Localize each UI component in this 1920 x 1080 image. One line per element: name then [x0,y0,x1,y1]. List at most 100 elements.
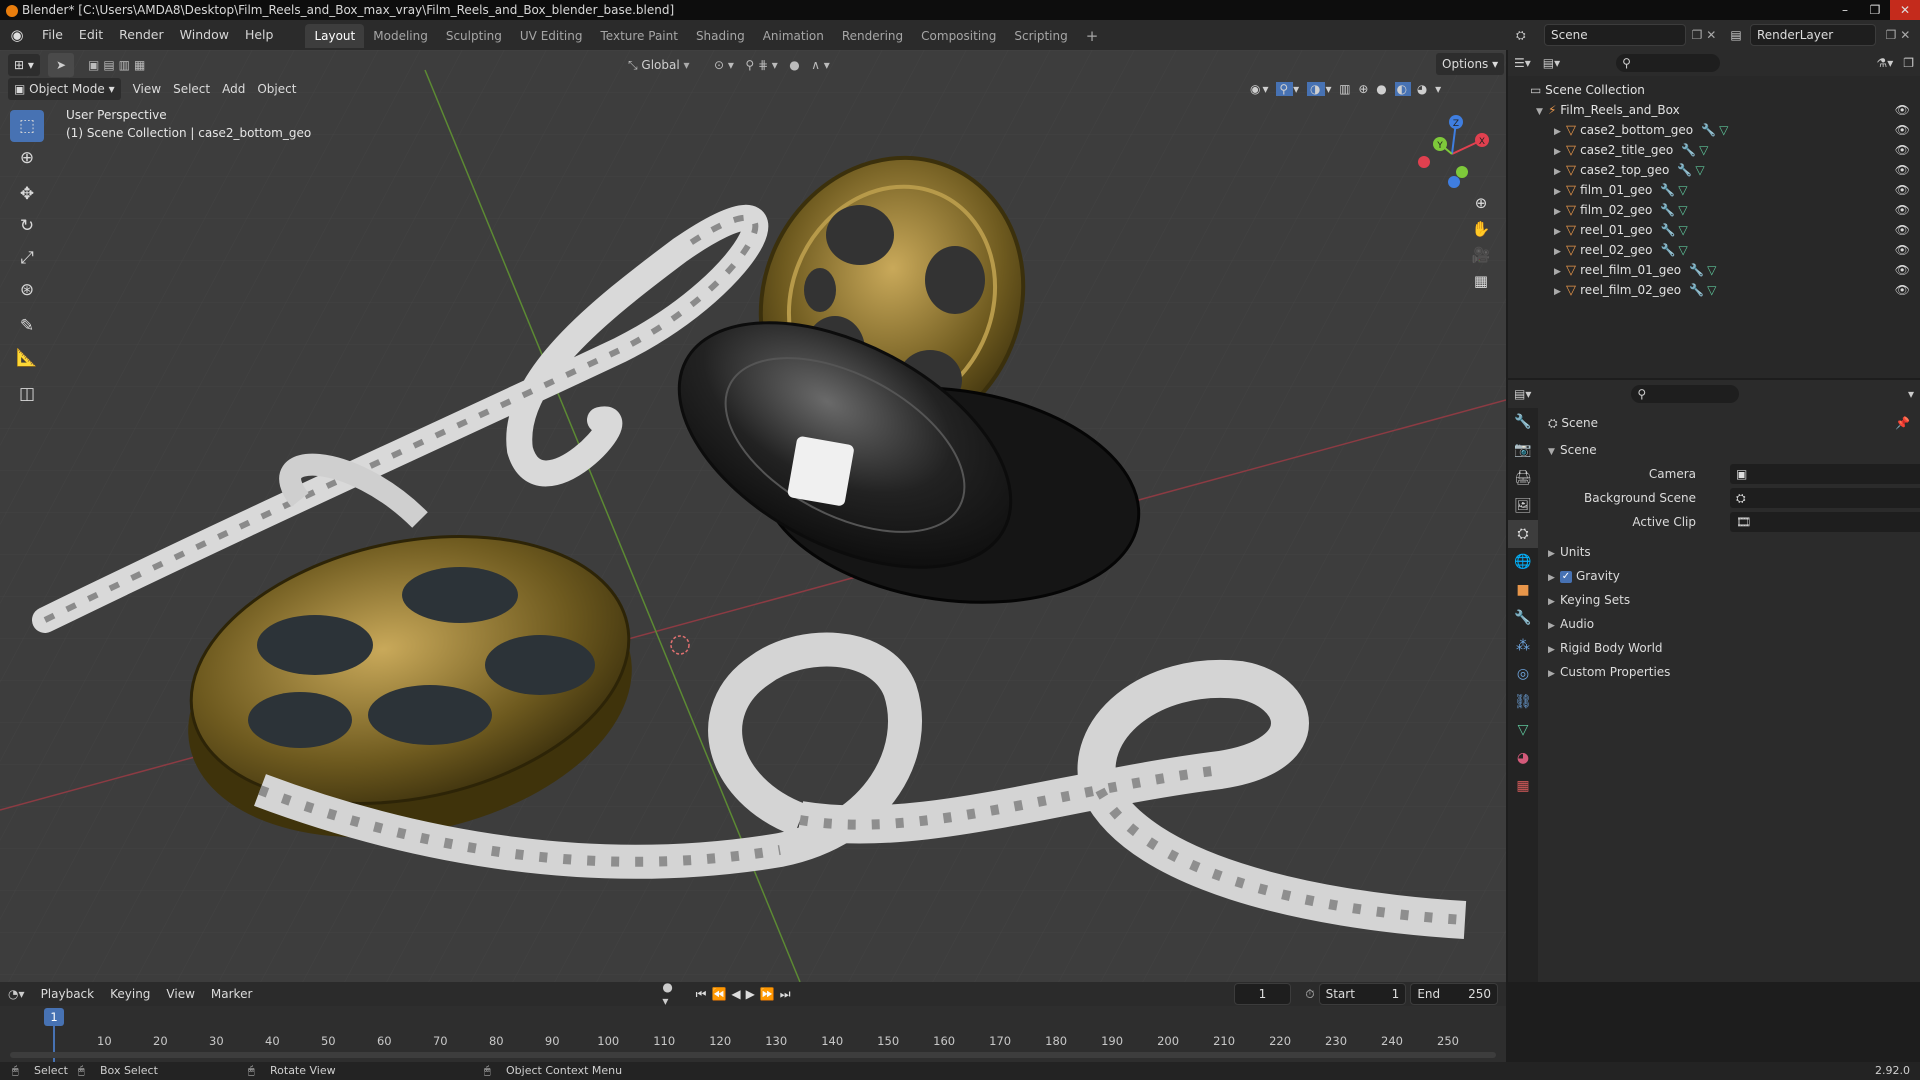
new-collection-icon[interactable]: ❐ [1903,56,1914,70]
maximize-button[interactable]: ❐ [1860,0,1890,20]
panel-audio[interactable]: ▶ Audio [1538,612,1920,636]
material-tab-icon[interactable]: ◕ [1508,744,1538,772]
start-frame-field[interactable]: Start 1 [1318,983,1407,1005]
render-tab-icon[interactable]: 📷 [1508,436,1538,464]
gravity-checkbox[interactable]: ✓ [1560,570,1572,583]
eye-icon[interactable]: 👁 [1895,280,1910,300]
menu-edit[interactable]: Edit [71,20,111,50]
outliner-editor-icon[interactable]: ☰▾ [1514,56,1531,70]
eye-icon[interactable]: 👁 [1895,120,1910,140]
measure-tool-icon[interactable]: 📐 [10,342,44,374]
eye-icon[interactable]: 👁 [1895,160,1910,180]
render-layer-field[interactable]: RenderLayer [1750,24,1876,46]
texture-tab-icon[interactable]: ▦ [1508,772,1538,800]
menu-add[interactable]: Add [216,78,251,100]
eye-icon[interactable]: 👁 [1895,240,1910,260]
playback-menu[interactable]: Playback ▾ [35,983,101,1023]
view-menu[interactable]: View [160,983,200,1005]
end-frame-field[interactable]: End 250 [1410,983,1499,1005]
select-tool-icon[interactable]: ➤ [48,53,74,77]
data-tab-icon[interactable]: ▽ [1508,716,1538,744]
view-layer-icon[interactable]: ▤ [1722,28,1750,42]
outliner-search-input[interactable]: ⚲ [1616,54,1721,72]
close-button[interactable]: ✕ [1890,0,1920,20]
background-scene-field[interactable]: ⛭ [1730,488,1920,508]
constraints-tab-icon[interactable]: ⛓ [1508,688,1538,716]
select-box-tool-icon[interactable]: ⬚ [10,110,44,142]
active-clip-field[interactable]: 🎞 [1730,512,1920,532]
transform-orientation[interactable]: ⤡ Global ▾ [628,53,690,77]
tab-rendering[interactable]: Rendering [833,24,912,48]
scene-selector-icon[interactable]: ⛭ [1516,28,1544,43]
timeline-editor-icon[interactable]: ◔▾ [8,987,31,1001]
menu-window[interactable]: Window [172,20,237,50]
blender-menu-icon[interactable]: ◉ [0,26,34,44]
pin-icon[interactable]: 📌 [1895,408,1910,438]
rotate-tool-icon[interactable]: ↻ [10,210,44,242]
scene-tab-icon[interactable]: ⛭ [1508,520,1538,548]
3d-viewport[interactable]: ⊞ ▾ ➤ ▣▤▥▦ ⤡ Global ▾ ⊙ ▾ ⚲ ⋕ ▾ ● ∧ ▾ Op… [0,50,1506,982]
tab-compositing[interactable]: Compositing [912,24,1005,48]
zoom-icon[interactable]: ⊕ [1468,190,1494,216]
scale-tool-icon[interactable]: ⤢ [10,242,44,274]
outliner-row-object[interactable]: ▶ ▽ case2_title_geo 🔧 ▽ 👁 [1508,140,1920,160]
eye-icon[interactable]: 👁 [1895,140,1910,160]
menu-object[interactable]: Object [251,78,302,100]
pivot-and-snap-icons[interactable]: ⊙ ▾ ⚲ ⋕ ▾ ● ∧ ▾ [714,53,830,77]
outliner-row-object[interactable]: ▶ ▽ film_01_geo 🔧 ▽ 👁 [1508,180,1920,200]
tab-shading[interactable]: Shading [687,24,754,48]
tab-modeling[interactable]: Modeling [364,24,437,48]
pan-hand-icon[interactable]: ✋ [1468,216,1494,242]
tab-sculpting[interactable]: Sculpting [437,24,511,48]
record-icon[interactable]: ● ▾ [662,980,677,1008]
cursor-tool-icon[interactable]: ⊕ [10,142,44,174]
tab-animation[interactable]: Animation [754,24,833,48]
transform-tool-icon[interactable]: ⊛ [10,274,44,306]
world-tab-icon[interactable]: 🌐 [1508,548,1538,576]
outliner-row-object[interactable]: ▶ ▽ reel_02_geo 🔧 ▽ 👁 [1508,240,1920,260]
outliner-row-object[interactable]: ▶ ▽ case2_bottom_geo 🔧 ▽ 👁 [1508,120,1920,140]
panel-units[interactable]: ▶ Units [1538,540,1920,564]
tab-scripting[interactable]: Scripting [1005,24,1076,48]
eye-icon[interactable]: 👁 [1895,260,1910,280]
tool-tab-icon[interactable]: 🔧 [1508,408,1538,436]
outliner-row-object[interactable]: ▶ ▽ reel_01_geo 🔧 ▽ 👁 [1508,220,1920,240]
outliner-row-object[interactable]: ▶ ▽ reel_film_01_geo 🔧 ▽ 👁 [1508,260,1920,280]
current-frame-field[interactable]: 1 [1233,983,1292,1005]
menu-select[interactable]: Select [167,78,216,100]
object-tab-icon[interactable]: ■ [1508,576,1538,604]
properties-search-input[interactable]: ⚲ [1631,385,1740,403]
panel-rigid-body-world[interactable]: ▶ Rigid Body World [1538,636,1920,660]
output-tab-icon[interactable]: 🖨 [1508,464,1538,492]
marker-menu[interactable]: Marker [205,983,258,1005]
menu-help[interactable]: Help [237,20,282,50]
annotate-tool-icon[interactable]: ✎ [10,310,44,342]
menu-render[interactable]: Render [111,20,172,50]
outliner-row-collection[interactable]: ▼ ⚡ Film_Reels_and_Box 👁 [1508,100,1920,120]
panel-custom-properties[interactable]: ▶ Custom Properties [1538,660,1920,684]
panel-keying-sets[interactable]: ▶ Keying Sets [1538,588,1920,612]
timeline-ruler[interactable]: 1 10 20 30 40 50 60 70 80 90 100 110 120 130 140 150 160… [0,1006,1506,1062]
menu-file[interactable]: File [34,20,71,50]
tab-uv-editing[interactable]: UV Editing [511,24,592,48]
camera-view-icon[interactable]: 🎥 [1468,242,1494,268]
selection-mode-icons[interactable]: ▣▤▥▦ [88,53,149,77]
camera-field[interactable]: ▣✎ [1730,464,1920,484]
navigation-gizmo[interactable]: X Z Y [1410,112,1494,196]
outliner-row-scene-collection[interactable]: ▭ Scene Collection [1508,80,1920,100]
playback-controls[interactable]: ⏮⏪◀▶⏩⏭ [696,987,796,1002]
eye-icon[interactable]: 👁 [1895,100,1910,120]
particles-tab-icon[interactable]: ⁂ [1508,632,1538,660]
modifier-tab-icon[interactable]: 🔧 [1508,604,1538,632]
menu-view[interactable]: View [127,78,167,100]
outliner-row-object[interactable]: ▶ ▽ film_02_geo 🔧 ▽ 👁 [1508,200,1920,220]
tab-layout[interactable]: Layout [305,24,365,48]
panel-scene-header[interactable]: ▼ Scene [1538,438,1920,462]
timeline-scrollbar[interactable] [10,1052,1496,1058]
properties-options-icon[interactable]: ▾ [1908,387,1914,401]
new-layer-icon[interactable]: ❐ ✕ [1876,28,1920,42]
filter-icon[interactable]: ⚗▾ [1876,56,1893,70]
options-dropdown[interactable]: Options ▾ [1436,53,1505,75]
outliner-row-object[interactable]: ▶ ▽ case2_top_geo 🔧 ▽ 👁 [1508,160,1920,180]
minimize-button[interactable]: – [1830,0,1860,20]
